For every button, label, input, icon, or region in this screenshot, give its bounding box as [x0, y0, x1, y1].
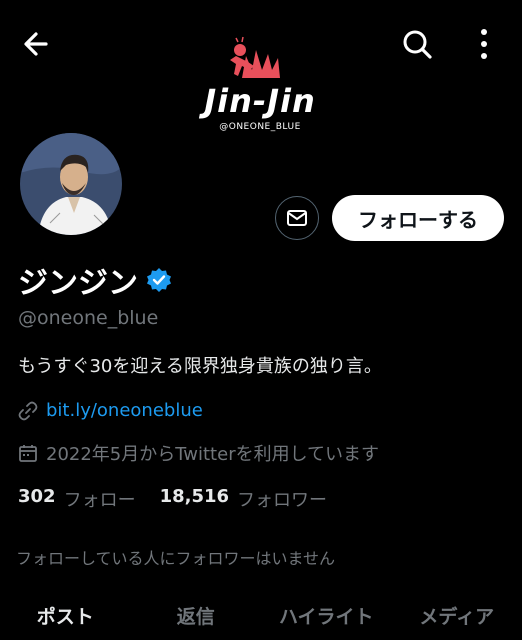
tab-highlights[interactable]: ハイライト	[261, 600, 392, 640]
profile-link[interactable]: bit.ly/oneoneblue	[46, 400, 203, 421]
user-handle: @oneone_blue	[18, 307, 159, 329]
mutual-followers-note: フォローしている人にフォロワーはいません	[16, 549, 336, 568]
display-name-row: ジンジン	[18, 258, 172, 302]
following-count: 302	[18, 486, 56, 507]
followers-count: 18,516	[159, 486, 230, 507]
verified-badge-icon[interactable]	[146, 267, 172, 293]
follow-button[interactable]: フォローする	[332, 195, 504, 241]
calendar-icon	[19, 445, 37, 462]
profile-tabs: ポスト 返信 ハイライト メディア	[0, 600, 522, 640]
message-button[interactable]	[275, 196, 319, 240]
banner-subtitle: @ONEONE_BLUE	[219, 122, 301, 132]
profile-bio: もうすぐ30を迎える限界独身貴族の独り言。	[18, 356, 382, 377]
avatar[interactable]	[20, 133, 122, 235]
following-stat[interactable]: 302 フォロー	[18, 486, 136, 512]
tab-media[interactable]: メディア	[392, 600, 522, 640]
following-label: フォロー	[63, 490, 136, 511]
profile-link-row: bit.ly/oneoneblue	[18, 400, 203, 421]
link-icon	[18, 401, 38, 420]
more-vertical-icon	[481, 29, 487, 59]
mail-icon	[287, 210, 307, 226]
tab-posts[interactable]: ポスト	[0, 600, 131, 640]
tab-replies[interactable]: 返信	[131, 600, 262, 640]
back-button[interactable]	[18, 24, 62, 64]
followers-label: フォロワー	[237, 490, 328, 511]
flame-mascot-icon	[230, 36, 280, 78]
joined-date: 2022年5月からTwitterを利用しています	[46, 444, 380, 465]
avatar-illustration	[20, 133, 122, 235]
joined-row: 2022年5月からTwitterを利用しています	[18, 440, 379, 466]
more-options-button[interactable]	[470, 24, 498, 64]
banner-title: Jin-Jin	[204, 82, 316, 120]
arrow-left-icon	[24, 32, 48, 56]
followers-stat[interactable]: 18,516 フォロワー	[160, 486, 327, 512]
display-name: ジンジン	[18, 266, 138, 301]
search-button[interactable]	[398, 24, 438, 64]
search-icon	[403, 30, 432, 59]
follow-stats: 302 フォロー 18,516 フォロワー	[18, 486, 327, 512]
